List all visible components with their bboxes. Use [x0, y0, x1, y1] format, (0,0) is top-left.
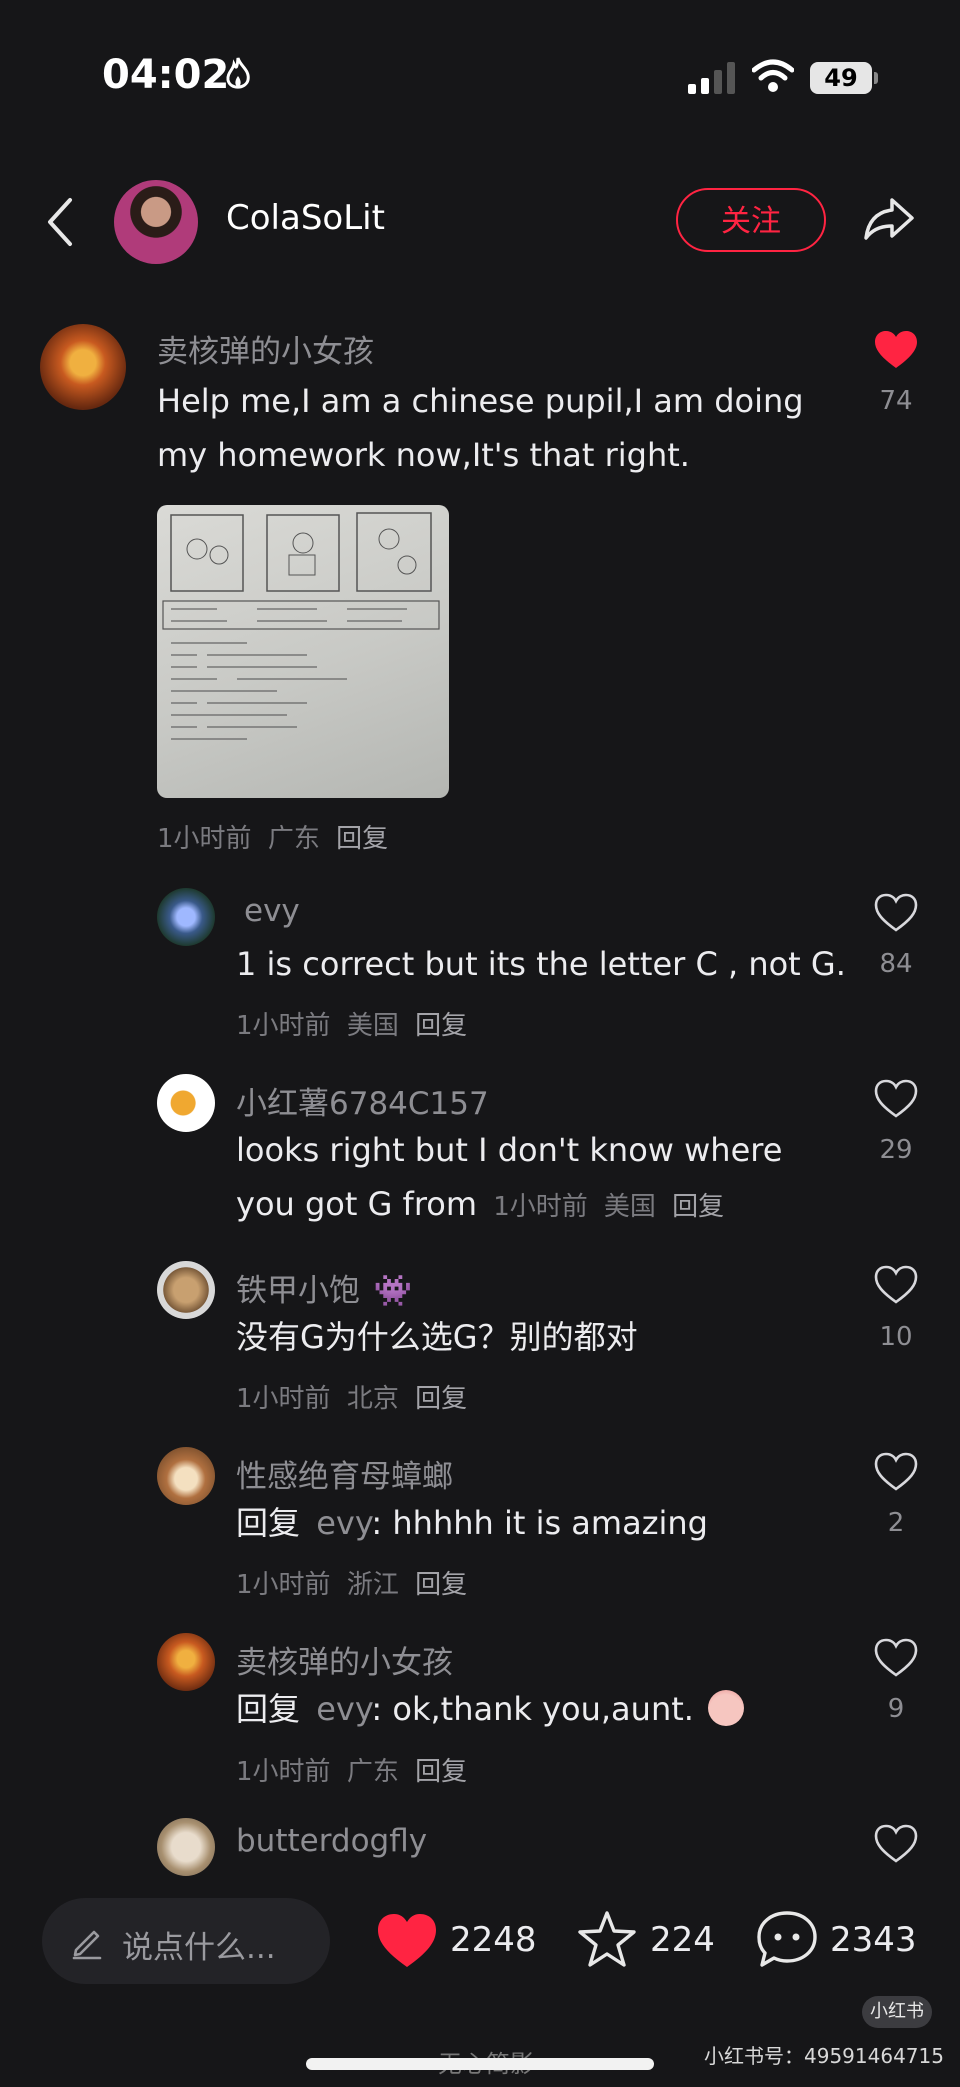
reply-text-line1: looks right but I don't know where: [236, 1131, 783, 1169]
reply-time: 1小时前: [493, 1192, 588, 1222]
reply-text-body: : hhhhh it is amazing: [371, 1504, 708, 1542]
reply-text-fragment: you got G from: [236, 1185, 478, 1223]
post-star-count: 224: [650, 1920, 715, 1960]
post-comment-count: 2343: [830, 1920, 917, 1960]
reply-meta: 1小时前 浙江 回复: [236, 1564, 467, 1601]
commenter-avatar[interactable]: [40, 324, 126, 410]
comment-bubble-icon[interactable]: [756, 1910, 818, 1968]
reply-meta: 1小时前 广东 回复: [236, 1751, 467, 1788]
reply-button[interactable]: 回复: [415, 1011, 467, 1041]
heart-outline-icon[interactable]: [874, 893, 918, 933]
reply-location: 美国: [346, 1011, 399, 1041]
comment-location: 广东: [267, 824, 320, 854]
heart-outline-icon[interactable]: [874, 1638, 918, 1678]
reply-button[interactable]: 回复: [672, 1192, 724, 1222]
reply-time: 1小时前: [236, 1570, 331, 1600]
author-avatar[interactable]: [114, 180, 198, 264]
comment-username[interactable]: 卖核弹的小女孩: [157, 326, 374, 371]
reply-prefix: 回复: [236, 1504, 301, 1542]
comment-like-count: 74: [879, 386, 913, 416]
reply-meta: 1小时前 美国 回复: [236, 1005, 467, 1042]
homework-image[interactable]: [157, 505, 449, 798]
battery-tip: [874, 72, 878, 84]
reply-location: 北京: [346, 1384, 399, 1414]
share-icon[interactable]: [862, 196, 916, 242]
follow-button[interactable]: 关注: [676, 188, 826, 252]
reply-button[interactable]: 回复: [336, 824, 388, 854]
reply-avatar[interactable]: [157, 1447, 215, 1505]
reply-username[interactable]: 卖核弹的小女孩: [236, 1637, 453, 1682]
signal-icon: [688, 62, 735, 94]
reply-time: 1小时前: [236, 1757, 331, 1787]
reply-text: 回复 evy: hhhhh it is amazing: [236, 1496, 708, 1550]
watermark-id: 小红书号：49591464715: [704, 2044, 944, 2068]
heart-outline-icon[interactable]: [874, 1452, 918, 1492]
reply-meta: 1小时前 北京 回复: [236, 1378, 467, 1415]
status-time: 04:02: [102, 52, 230, 98]
reply-username[interactable]: 小红薯6784C157: [236, 1078, 489, 1123]
back-icon[interactable]: [44, 196, 74, 248]
reply-username[interactable]: 铁甲小饱 👾: [236, 1265, 412, 1310]
battery-indicator: 49: [810, 62, 872, 94]
reply-time: 1小时前: [236, 1384, 331, 1414]
heart-filled-icon[interactable]: [376, 1912, 438, 1970]
heart-outline-icon[interactable]: [874, 1824, 918, 1864]
blushing-emoji-icon: [708, 1690, 745, 1726]
reply-location: 浙江: [346, 1570, 399, 1600]
author-name[interactable]: ColaSoLit: [226, 198, 385, 238]
wifi-icon: [752, 59, 794, 92]
reply-avatar[interactable]: [157, 1633, 215, 1691]
reply-avatar[interactable]: [157, 1074, 215, 1132]
reply-button[interactable]: 回复: [415, 1570, 467, 1600]
reply-button[interactable]: 回复: [415, 1384, 467, 1414]
reply-like-count: 84: [879, 949, 913, 979]
reply-avatar[interactable]: [157, 1818, 215, 1876]
heart-outline-icon[interactable]: [874, 1079, 918, 1119]
reply-text-line2: you got G from 1小时前 美国 回复: [236, 1177, 724, 1234]
quoted-user[interactable]: evy: [316, 1690, 371, 1728]
reply-button[interactable]: 回复: [415, 1757, 467, 1787]
reply-text: 回复 evy: ok,thank you,aunt.: [236, 1682, 745, 1736]
comment-meta: 1小时前 广东 回复: [157, 818, 388, 855]
heart-filled-icon[interactable]: [874, 330, 918, 370]
comment-input-placeholder[interactable]: 说点什么...: [122, 1922, 276, 1967]
reply-text: 没有G为什么选G？别的都对: [236, 1318, 638, 1356]
reply-like-count: 10: [879, 1322, 913, 1352]
reply-like-count: 2: [887, 1508, 905, 1538]
reply-text: 1 is correct but its the letter C , not …: [236, 945, 846, 983]
alien-emoji-icon: 👾: [373, 1273, 413, 1309]
pencil-icon: [72, 1930, 102, 1960]
reply-location: 广东: [346, 1757, 399, 1787]
reply-prefix: 回复: [236, 1690, 301, 1728]
star-icon[interactable]: [576, 1910, 638, 1968]
quoted-user[interactable]: evy: [316, 1504, 371, 1542]
reply-username-text: 铁甲小饱: [236, 1273, 360, 1309]
reply-like-count: 9: [887, 1694, 905, 1724]
reply-username[interactable]: 性感绝育母蟑螂: [236, 1451, 453, 1496]
post-like-count: 2248: [450, 1920, 537, 1960]
comment-time: 1小时前: [157, 824, 252, 854]
watermark-badge: 小红书: [862, 1996, 932, 2028]
reply-avatar[interactable]: [157, 1261, 215, 1319]
flame-icon: [226, 57, 250, 89]
reply-like-count: 29: [879, 1135, 913, 1165]
reply-text-body: : ok,thank you,aunt.: [371, 1690, 694, 1728]
reply-time: 1小时前: [236, 1011, 331, 1041]
heart-outline-icon[interactable]: [874, 1265, 918, 1305]
home-indicator[interactable]: [306, 2058, 654, 2070]
reply-username[interactable]: butterdogfly: [236, 1823, 427, 1859]
reply-username[interactable]: evy: [244, 893, 300, 929]
comment-text-line2: my homework now,It's that right.: [157, 436, 690, 474]
reply-location: 美国: [603, 1192, 656, 1222]
reply-avatar[interactable]: [157, 888, 215, 946]
comment-text-line1: Help me,I am a chinese pupil,I am doing: [157, 382, 804, 420]
